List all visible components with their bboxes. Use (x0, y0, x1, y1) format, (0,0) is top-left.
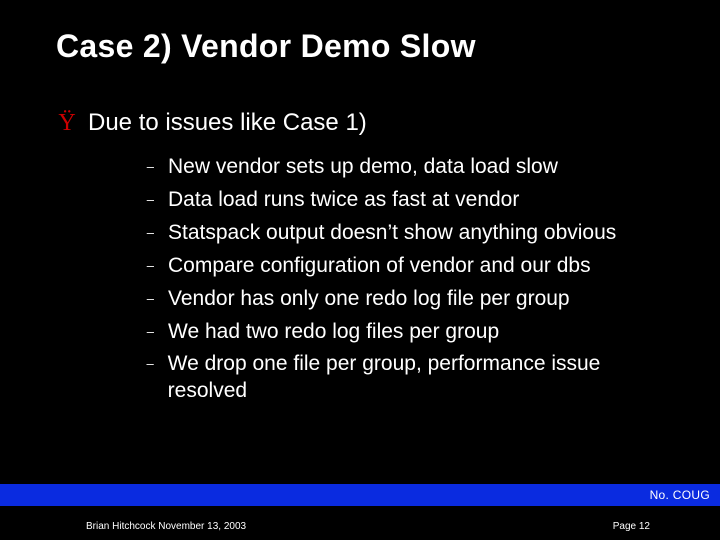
footer-page-number: Page 12 (613, 521, 650, 532)
list-item: – We drop one file per group, performanc… (146, 351, 664, 405)
slide-title: Case 2) Vendor Demo Slow (0, 0, 720, 65)
dash-icon: – (146, 258, 154, 273)
list-item-text: New vendor sets up demo, data load slow (168, 154, 558, 181)
footer-bar: No. COUG (0, 484, 720, 506)
list-item: – Compare configuration of vendor and ou… (146, 253, 664, 280)
footer-meta: Brian Hitchcock November 13, 2003 Page 1… (0, 521, 720, 532)
lead-bullet-icon: Ÿ (56, 111, 78, 135)
dash-icon: – (146, 324, 154, 339)
sub-bullet-list: – New vendor sets up demo, data load slo… (56, 154, 664, 405)
dash-icon: – (146, 356, 154, 371)
dash-icon: – (146, 225, 154, 240)
slide-body: Ÿ Due to issues like Case 1) – New vendo… (0, 65, 720, 405)
list-item: – Vendor has only one redo log file per … (146, 286, 664, 313)
dash-icon: – (146, 159, 154, 174)
footer-author-date: Brian Hitchcock November 13, 2003 (86, 521, 246, 532)
list-item: – Data load runs twice as fast at vendor (146, 187, 664, 214)
list-item-text: Statspack output doesn’t show anything o… (168, 220, 616, 247)
slide: Case 2) Vendor Demo Slow Ÿ Due to issues… (0, 0, 720, 540)
lead-row: Ÿ Due to issues like Case 1) (56, 107, 664, 138)
list-item-text: We drop one file per group, performance … (168, 351, 664, 405)
list-item-text: We had two redo log files per group (168, 319, 499, 346)
lead-text: Due to issues like Case 1) (88, 107, 367, 138)
list-item: – We had two redo log files per group (146, 319, 664, 346)
list-item: – Statspack output doesn’t show anything… (146, 220, 664, 247)
footer-brand: No. COUG (650, 488, 710, 502)
dash-icon: – (146, 192, 154, 207)
dash-icon: – (146, 291, 154, 306)
list-item: – New vendor sets up demo, data load slo… (146, 154, 664, 181)
list-item-text: Data load runs twice as fast at vendor (168, 187, 519, 214)
list-item-text: Vendor has only one redo log file per gr… (168, 286, 570, 313)
list-item-text: Compare configuration of vendor and our … (168, 253, 591, 280)
